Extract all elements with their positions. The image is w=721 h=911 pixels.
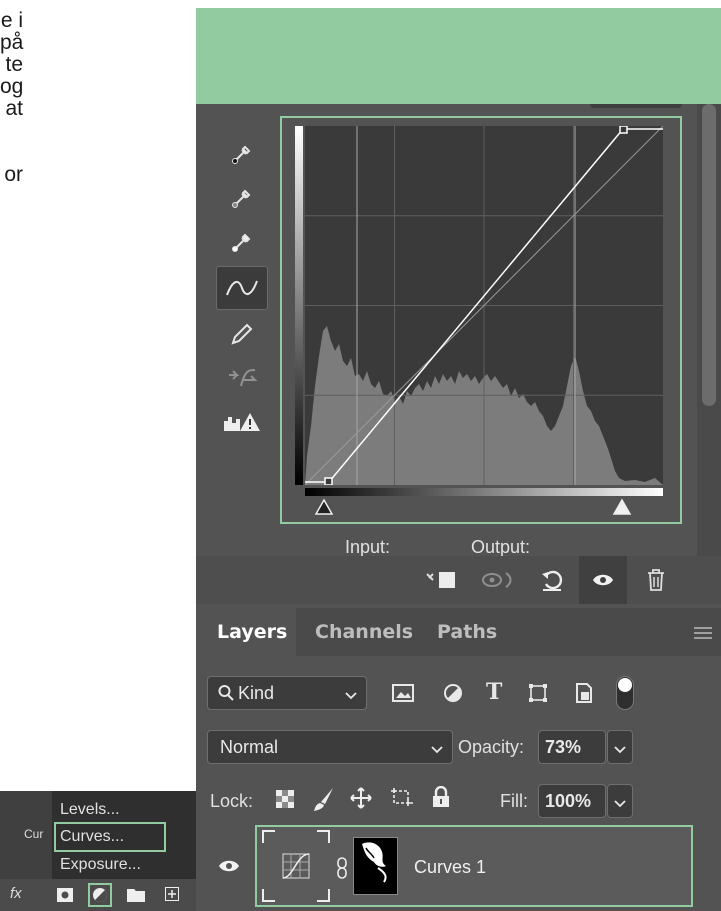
menu-item-levels[interactable]: Levels... [60,801,120,819]
layer-mask-icon[interactable] [57,888,73,907]
layer-mask-thumbnail[interactable] [353,837,398,895]
folder-icon[interactable] [127,888,145,907]
filter-adjustment-icon[interactable] [443,683,463,708]
layer-visibility-icon[interactable] [218,858,240,879]
filter-kind-label: Kind [238,683,275,703]
visibility-icon[interactable] [579,556,627,604]
delete-icon[interactable] [636,556,676,604]
chevron-down-icon [613,794,627,815]
tab-layers[interactable]: Layers [196,608,296,656]
doc-line [0,142,200,164]
layer-name[interactable]: Curves 1 [414,857,486,878]
input-gradient [305,488,663,496]
doc-line: at [5,97,23,120]
lock-transparent-icon[interactable] [275,789,295,814]
fill-field[interactable]: 100% [538,784,606,818]
curves-adjustment-thumbnail-icon[interactable] [261,829,331,903]
inset-stub-label: Cur [24,827,44,841]
blend-mode-dropdown[interactable]: Normal [207,730,453,764]
sample-black-eyedropper-icon[interactable] [222,134,262,174]
fill-label: Fill: [500,791,528,811]
doc-line: på [0,31,24,54]
opacity-stepper[interactable] [607,730,633,764]
chevron-down-icon [344,686,358,707]
curve-edit-icon[interactable] [216,266,268,310]
chevron-down-icon [430,740,444,761]
white-input-slider[interactable] [612,498,632,523]
opacity-field[interactable]: 73% [538,730,606,764]
doc-line: or [4,163,23,186]
sample-gray-eyedropper-icon[interactable] [222,178,262,218]
lock-image-icon[interactable] [313,786,335,817]
blend-mode-value: Normal [220,737,279,757]
properties-footer [196,556,721,604]
doc-line: e i [0,9,23,32]
input-label: Input: [345,537,391,557]
tab-channels[interactable]: Channels [300,608,420,656]
filter-toggle-icon[interactable] [616,676,634,710]
opacity-label: Opacity: [458,737,525,757]
filter-shape-icon[interactable] [528,683,548,708]
output-label: Output: [471,537,531,557]
fill-value: 100% [545,791,592,811]
curve-tools [216,130,268,446]
highlight-band [196,8,721,104]
document-text: e i på te og at or [0,10,200,186]
lock-position-icon[interactable] [350,787,372,814]
scrollbar-thumb[interactable] [702,104,716,406]
sample-white-eyedropper-icon[interactable] [222,222,262,262]
layers-footer-inset: fx [0,879,196,911]
clipping-warning-icon[interactable] [222,402,262,442]
doc-line [0,120,200,142]
layers-panel-tabs: Layers Channels Paths [196,608,721,656]
pencil-icon[interactable] [222,314,262,354]
filter-type-icon[interactable]: T [486,679,502,705]
filter-pixel-icon[interactable] [392,684,414,707]
curve-graph[interactable] [304,125,664,486]
view-previous-icon [476,556,520,604]
fill-stepper[interactable] [607,784,633,818]
opacity-value: 73% [545,737,582,757]
lock-all-icon[interactable] [432,785,450,813]
curve-graph-svg[interactable] [304,125,664,486]
smooth-icon [222,358,262,398]
filter-smart-object-icon[interactable] [575,682,593,709]
fx-icon[interactable]: fx [10,885,22,902]
layer-row-curves[interactable]: Curves 1 [255,825,693,907]
adjustment-menu: Levels... Curves... Exposure... [52,791,196,879]
adjustment-layer-icon[interactable] [88,883,112,907]
chevron-down-icon [613,740,627,761]
white-point-handle [619,125,628,134]
link-icon[interactable] [336,857,348,884]
clip-to-layer-icon[interactable] [422,556,462,604]
menu-item-exposure[interactable]: Exposure... [60,856,141,874]
filter-kind-dropdown[interactable]: Kind [207,676,367,710]
new-layer-icon[interactable] [165,887,179,906]
doc-line: og [0,75,24,98]
black-input-slider[interactable] [314,498,334,523]
output-gradient [295,126,303,485]
lock-label: Lock: [210,791,254,811]
doc-line: te [5,53,23,76]
preset-field[interactable] [590,104,682,108]
search-icon [218,684,234,707]
black-point-handle [324,477,333,486]
tab-paths[interactable]: Paths [422,608,506,656]
reset-icon[interactable] [532,556,572,604]
panel-menu-icon[interactable] [694,626,712,644]
menu-item-curves[interactable]: Curves... [60,828,124,846]
lock-artboard-icon[interactable] [390,787,414,814]
